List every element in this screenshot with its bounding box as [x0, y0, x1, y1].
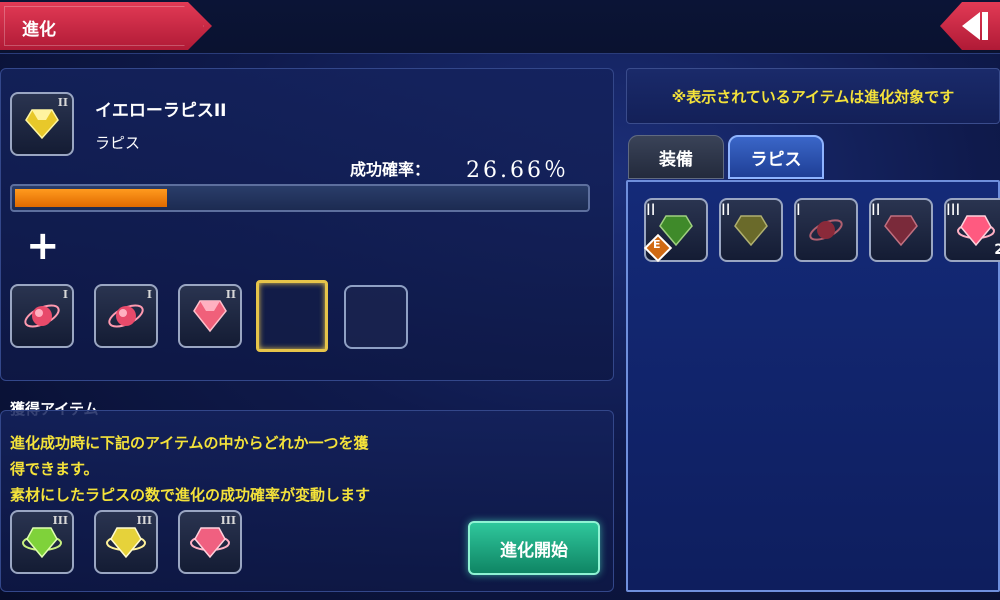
pink-gem-icon — [957, 215, 995, 247]
success-rate-fill — [15, 189, 167, 207]
material-slot-5-empty[interactable] — [344, 285, 408, 349]
material-slot-2[interactable]: I — [94, 284, 158, 348]
green-gem-icon — [22, 527, 62, 559]
inventory-item-1[interactable]: II E — [643, 198, 708, 263]
inventory-item-2[interactable]: II — [719, 198, 783, 262]
screen-title-tab: 進化 — [0, 2, 212, 50]
reward-slot-green[interactable]: III — [10, 510, 74, 574]
inventory-item-4[interactable]: II — [869, 198, 933, 262]
obtain-info-line1: 進化成功時に下記のアイテムの中からどれか一つを獲 — [10, 434, 369, 452]
pink-orb-gem-icon — [24, 304, 60, 328]
pink-diamond-gem-icon — [193, 300, 227, 333]
reward-slot-pink[interactable]: III — [178, 510, 242, 574]
inventory-item-3[interactable]: I — [794, 198, 858, 262]
success-rate-label: 成功確率： — [350, 160, 431, 179]
yellow-gem-icon — [25, 109, 59, 140]
success-rate-value: 26.66％ — [466, 158, 569, 183]
material-slot-3[interactable]: II — [178, 284, 242, 348]
red-orb-gem-icon — [809, 219, 843, 241]
item-count: 2 — [994, 242, 1000, 258]
pink-orb-gem-icon — [108, 304, 144, 328]
screen-title: 進化 — [22, 20, 56, 40]
target-item-slot[interactable]: II — [10, 92, 74, 156]
back-arrow-icon — [962, 12, 980, 40]
obtain-info-line2: 得できます。 — [10, 460, 99, 478]
tab-lapis[interactable]: ラピス — [728, 135, 824, 179]
back-button[interactable] — [940, 2, 1000, 50]
dark-red-gem-icon — [884, 215, 918, 247]
notice-banner: ※表示されているアイテムは進化対象です — [626, 68, 1000, 124]
obtain-info-line3: 素材にしたラピスの数で進化の成功確率が変動します — [10, 486, 371, 504]
inventory-grid: II E II I II III 2 — [626, 180, 1000, 592]
inventory-item-5[interactable]: III 2 — [944, 198, 1000, 262]
material-slot-4-selected[interactable] — [256, 280, 328, 352]
material-slot-1[interactable]: I — [10, 284, 74, 348]
item-name: イエローラピスII — [95, 101, 227, 121]
yellow-gem-icon — [106, 527, 146, 559]
olive-gem-icon — [734, 215, 768, 247]
top-bar: 進化 — [0, 0, 1000, 54]
reward-slot-yellow[interactable]: III — [94, 510, 158, 574]
success-rate-bar — [10, 184, 590, 212]
item-type: ラピス — [95, 134, 141, 152]
start-evolution-button[interactable]: 進化開始 — [468, 521, 600, 575]
pink-gem-icon — [190, 527, 230, 559]
tab-equipment[interactable]: 装備 — [628, 135, 724, 179]
plus-icon: + — [26, 223, 60, 269]
